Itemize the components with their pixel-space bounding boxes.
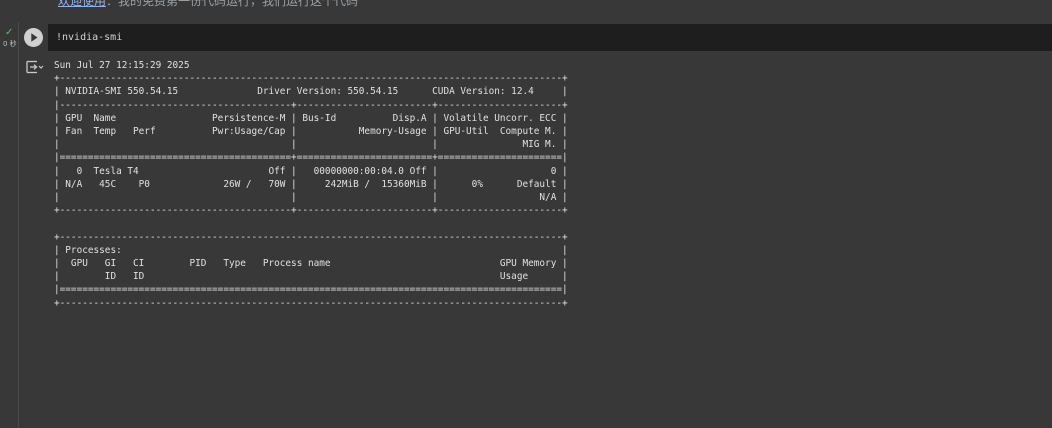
previous-cell-link[interactable]: 欢迎使用 (58, 0, 106, 8)
code-line[interactable]: !nvidia-smi (56, 32, 122, 43)
play-icon (31, 33, 38, 42)
output-date-line: Sun Jul 27 12:15:29 2025 (54, 60, 190, 71)
cell-gutter (18, 22, 19, 428)
output-line: | Processes: | (54, 244, 568, 256)
nvidia-smi-table: +---------------------------------------… (54, 72, 1044, 310)
output-line: | GPU GI CI PID Type Process name GPU Me… (54, 258, 568, 270)
code-cell: ✓ 0 秒 !nvidia-smi Sun Jul 27 12:15:29 20… (0, 22, 1052, 428)
output-line: +---------------------------------------… (54, 231, 568, 243)
output-line: | 0 Tesla T4 Off | 00000000:00:04.0 Off … (54, 165, 568, 177)
execution-time: 0 秒 (3, 40, 17, 48)
output-collapse-icon[interactable] (25, 59, 45, 75)
output-line: | GPU Name Persistence-M | Bus-Id Disp.A… (54, 112, 568, 124)
execution-success-check-icon: ✓ (5, 27, 14, 38)
output-line: | NVIDIA-SMI 550.54.15 Driver Version: 5… (54, 86, 568, 98)
output-line: | | | MIG M. | (54, 139, 568, 151)
previous-cell-snippet: 欢迎使用：我的免费第一份代码运行，我们运行这个代码 (58, 0, 358, 9)
output-line: | Fan Temp Perf Pwr:Usage/Cap | Memory-U… (54, 126, 568, 138)
output-line: +---------------------------------------… (54, 297, 568, 309)
previous-cell-rest: ：我的免费第一份代码运行，我们运行这个代码 (106, 0, 359, 8)
previous-cell-text: 欢迎使用：我的免费第一份代码运行，我们运行这个代码 (0, 0, 1052, 22)
output-line: |---------------------------------------… (54, 99, 568, 111)
output-menu-icon (26, 60, 44, 74)
output-line: |=======================================… (54, 284, 568, 296)
output-line: | ID ID Usage | (54, 271, 568, 283)
output-line: |=======================================… (54, 152, 568, 164)
output-line: +---------------------------------------… (54, 205, 568, 217)
cell-output: Sun Jul 27 12:15:29 2025 +--------------… (54, 59, 1044, 359)
output-line: | | | N/A | (54, 192, 568, 204)
output-line: +---------------------------------------… (54, 73, 568, 85)
output-line: | N/A 45C P0 26W / 70W | 242MiB / 15360M… (54, 178, 568, 190)
code-editor[interactable]: !nvidia-smi (48, 24, 1052, 51)
run-cell-button[interactable] (24, 28, 43, 47)
